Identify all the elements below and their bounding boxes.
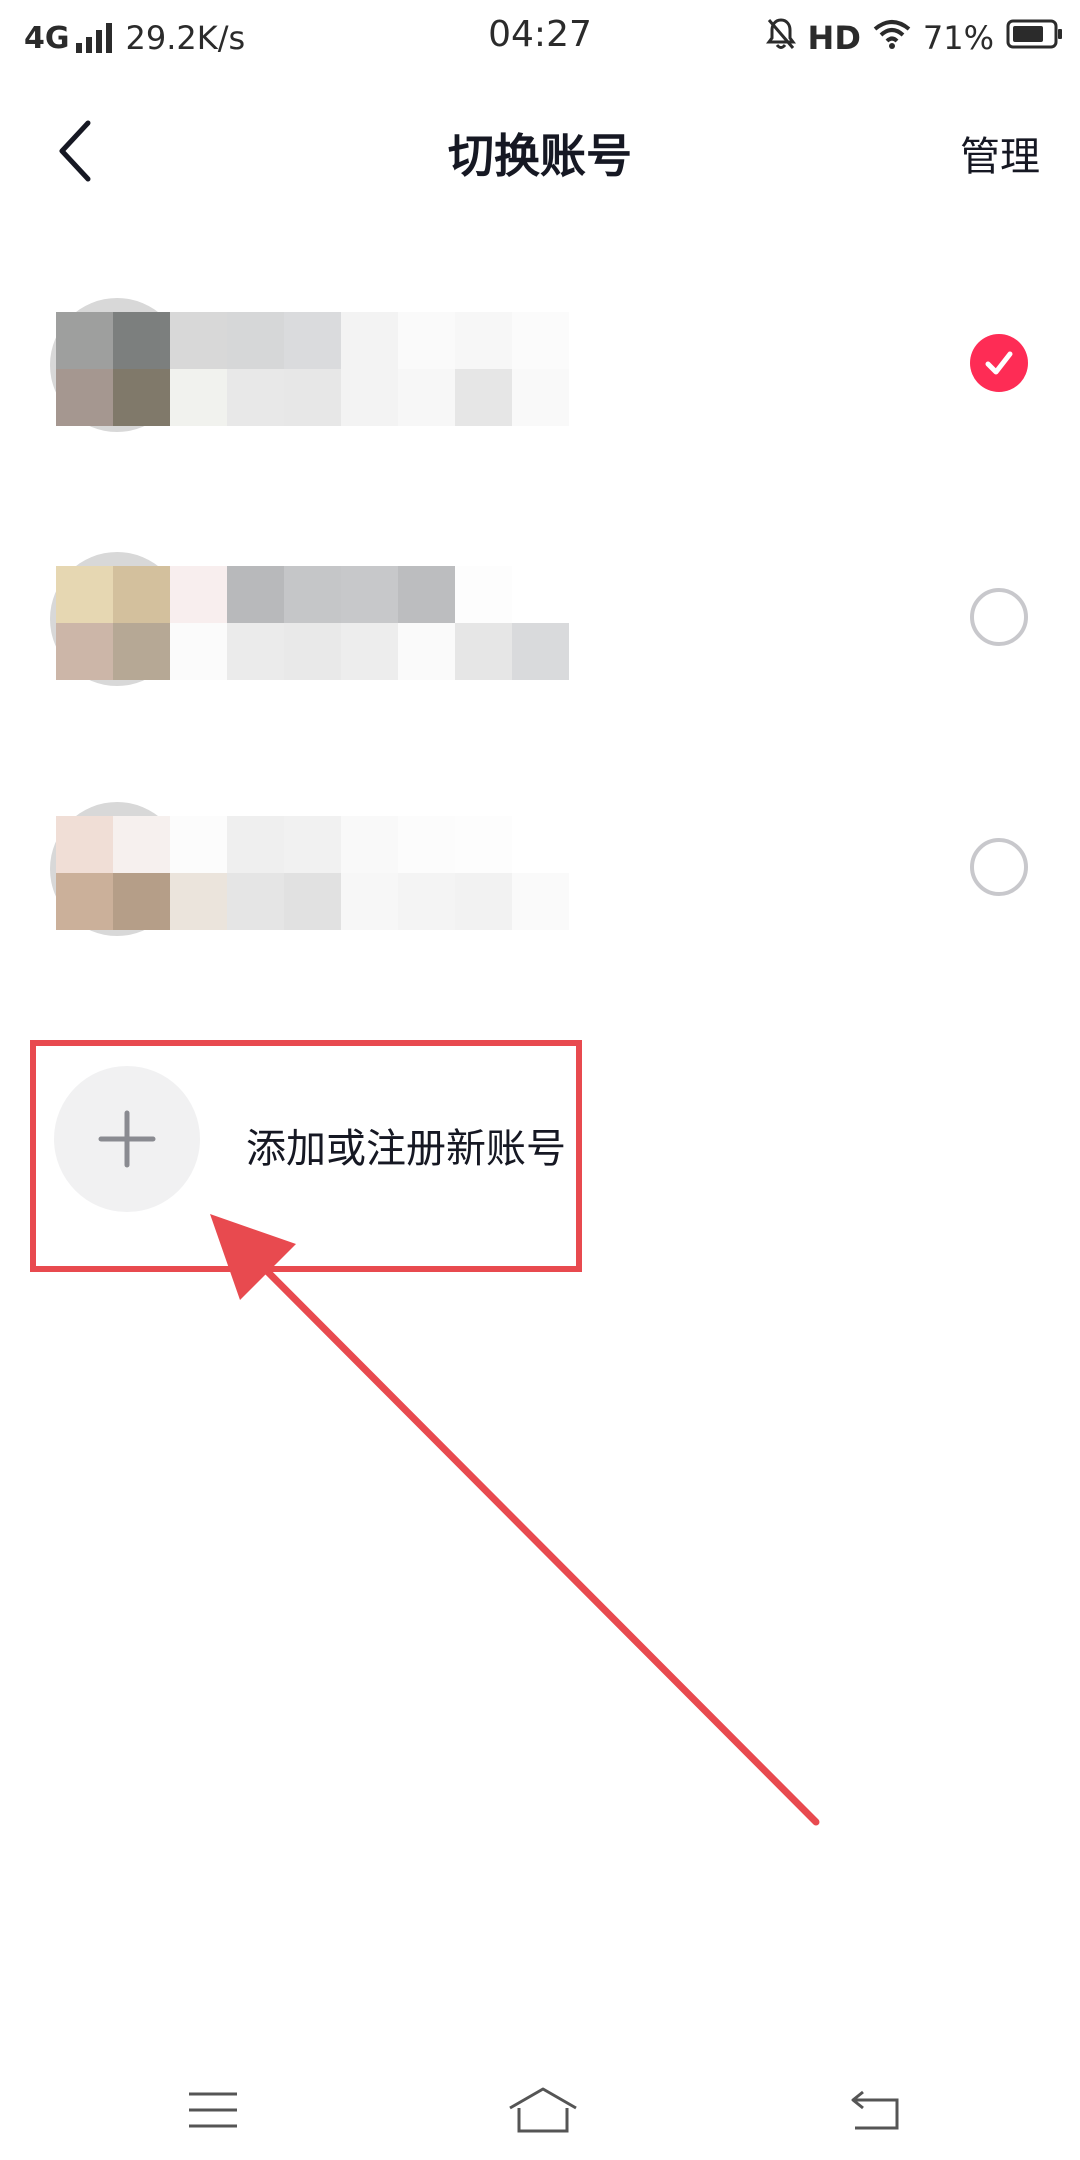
- system-nav-bar: [0, 2060, 1080, 2160]
- back-icon: [851, 2090, 899, 2130]
- mosaic-cell: [455, 816, 512, 873]
- mosaic-cell: [284, 369, 341, 426]
- battery-icon: [1006, 19, 1064, 57]
- mosaic-cell: [455, 873, 512, 930]
- menu-icon: [189, 2092, 237, 2128]
- back-nav-button[interactable]: [830, 2080, 920, 2140]
- mosaic-cell: [170, 623, 227, 680]
- mosaic-cell: [227, 566, 284, 623]
- selection-radio[interactable]: [970, 334, 1028, 392]
- add-account-button[interactable]: 添加或注册新账号: [30, 1040, 582, 1272]
- mosaic-cell: [512, 623, 569, 680]
- mosaic-cell: [227, 873, 284, 930]
- mosaic-cell: [512, 312, 569, 369]
- pixelated-account-info: [56, 566, 569, 680]
- mosaic-cell: [341, 369, 398, 426]
- add-account-circle: [54, 1066, 200, 1212]
- checkmark-icon: [985, 351, 1013, 375]
- mosaic-cell: [227, 623, 284, 680]
- mosaic-cell: [113, 623, 170, 680]
- mosaic-cell: [512, 369, 569, 426]
- mosaic-cell: [170, 312, 227, 369]
- wifi-icon: [873, 19, 911, 57]
- mosaic-cell: [341, 312, 398, 369]
- home-icon: [509, 2087, 577, 2133]
- status-bar: 4G 29.2K/s 04:27 HD 71%: [0, 0, 1080, 76]
- mosaic-cell: [113, 816, 170, 873]
- mosaic-cell: [284, 873, 341, 930]
- account-item[interactable]: [0, 780, 1080, 980]
- manage-button[interactable]: 管理: [960, 124, 1040, 182]
- mosaic-cell: [512, 873, 569, 930]
- mosaic-cell: [170, 369, 227, 426]
- mosaic-cell: [398, 873, 455, 930]
- mosaic-cell: [341, 816, 398, 873]
- plus-icon: [98, 1110, 156, 1168]
- mosaic-cell: [398, 623, 455, 680]
- mosaic-cell: [56, 369, 113, 426]
- pixelated-account-info: [56, 312, 569, 426]
- mosaic-cell: [341, 623, 398, 680]
- mosaic-cell: [227, 312, 284, 369]
- mosaic-cell: [284, 623, 341, 680]
- mosaic-cell: [113, 312, 170, 369]
- battery-percent: 71%: [922, 19, 994, 57]
- mosaic-cell: [56, 312, 113, 369]
- pixelated-account-info: [56, 816, 569, 930]
- mosaic-cell: [170, 566, 227, 623]
- mosaic-cell: [398, 312, 455, 369]
- mosaic-cell: [227, 816, 284, 873]
- mosaic-cell: [284, 816, 341, 873]
- mosaic-cell: [113, 873, 170, 930]
- selection-radio[interactable]: [970, 588, 1028, 646]
- menu-button[interactable]: [168, 2080, 258, 2140]
- mosaic-cell: [398, 816, 455, 873]
- mosaic-cell: [455, 623, 512, 680]
- selection-radio[interactable]: [970, 838, 1028, 896]
- mosaic-cell: [113, 566, 170, 623]
- mosaic-cell: [170, 816, 227, 873]
- mosaic-cell: [284, 566, 341, 623]
- mosaic-cell: [398, 566, 455, 623]
- mosaic-cell: [113, 369, 170, 426]
- header: 切换账号 管理: [0, 76, 1080, 226]
- mosaic-cell: [56, 623, 113, 680]
- page-title: 切换账号: [448, 129, 632, 183]
- mute-bell-icon: [765, 17, 796, 59]
- home-button[interactable]: [498, 2080, 588, 2140]
- mosaic-cell: [341, 566, 398, 623]
- status-right: HD 71%: [754, 14, 1064, 62]
- account-item[interactable]: [0, 530, 1080, 730]
- mosaic-cell: [227, 369, 284, 426]
- mosaic-cell: [56, 816, 113, 873]
- mosaic-cell: [341, 873, 398, 930]
- mosaic-cell: [284, 312, 341, 369]
- add-account-label: 添加或注册新账号: [246, 1126, 566, 1172]
- mosaic-cell: [512, 816, 569, 873]
- mosaic-cell: [455, 566, 512, 623]
- account-item[interactable]: [0, 276, 1080, 476]
- mosaic-cell: [455, 369, 512, 426]
- mosaic-cell: [170, 873, 227, 930]
- hd-indicator: HD: [807, 19, 861, 57]
- mosaic-cell: [398, 369, 455, 426]
- mosaic-cell: [56, 566, 113, 623]
- mosaic-cell: [455, 312, 512, 369]
- mosaic-cell: [512, 566, 569, 623]
- mosaic-cell: [56, 873, 113, 930]
